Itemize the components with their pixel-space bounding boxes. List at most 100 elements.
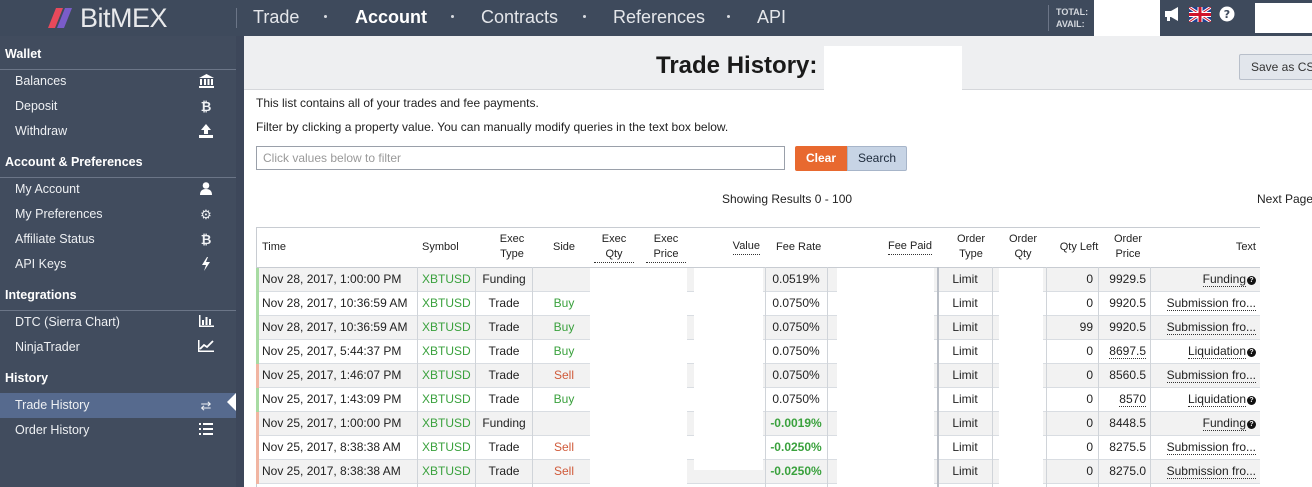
filter-input[interactable]: Click values below to filter [256, 146, 785, 170]
cell-qty-left[interactable]: 0 [1048, 436, 1093, 460]
cell-order-type[interactable]: Limit [940, 316, 990, 340]
cell-order-type[interactable]: Limit [940, 388, 990, 412]
help-icon[interactable]: ? [1247, 348, 1256, 357]
uk-flag-icon[interactable] [1189, 6, 1211, 22]
cell-order-price[interactable]: 9920.5 [1100, 316, 1146, 340]
cell-order-price[interactable]: 8275.5 [1100, 436, 1146, 460]
nav-trade[interactable]: Trade [253, 0, 299, 36]
cell-order-type[interactable]: Limit [940, 364, 990, 388]
cell-order-price[interactable]: 9920.5 [1100, 292, 1146, 316]
cell-time[interactable]: Nov 28, 2017, 10:36:59 AM [262, 292, 416, 316]
cell-symbol[interactable]: XBTUSD [422, 460, 472, 484]
help-icon[interactable]: ? [1247, 276, 1256, 285]
cell-time[interactable]: Nov 28, 2017, 1:00:00 PM [262, 268, 416, 292]
cell-text[interactable]: Submission fro... [1154, 436, 1256, 460]
cell-time[interactable]: Nov 25, 2017, 5:44:37 PM [262, 340, 416, 364]
save-csv-button[interactable]: Save as CSV [1239, 54, 1312, 80]
cell-side[interactable]: Buy [536, 292, 592, 316]
nav-account[interactable]: Account [355, 0, 427, 36]
cell-order-type[interactable]: Limit [940, 412, 990, 436]
cell-order-type[interactable]: Limit [940, 340, 990, 364]
cell-symbol[interactable]: XBTUSD [422, 412, 472, 436]
cell-exec-type[interactable]: Trade [478, 292, 530, 316]
header-exec-qty[interactable]: Exec Qty [594, 227, 634, 267]
sidebar-item-api-keys[interactable]: API Keys [0, 252, 236, 277]
sidebar-item-withdraw[interactable]: Withdraw [0, 119, 236, 144]
cell-exec-type[interactable]: Trade [478, 340, 530, 364]
cell-fee-rate[interactable]: -0.0019% [768, 412, 824, 436]
cell-side[interactable]: Sell [536, 460, 592, 484]
cell-exec-type[interactable]: Trade [478, 388, 530, 412]
header-time[interactable]: Time [262, 227, 412, 267]
cell-side[interactable]: Sell [536, 364, 592, 388]
cell-side[interactable]: Buy [536, 340, 592, 364]
header-order-price[interactable]: Order Price [1106, 227, 1150, 267]
wallet-totals[interactable]: TOTAL: AVAIL: [1056, 6, 1088, 30]
cell-time[interactable]: Nov 25, 2017, 8:38:38 AM [262, 436, 416, 460]
cell-order-price[interactable]: 9929.5 [1100, 268, 1146, 292]
cell-order-price[interactable]: 8697.5 [1100, 340, 1146, 364]
cell-symbol[interactable]: XBTUSD [422, 316, 472, 340]
cell-exec-type[interactable]: Trade [478, 460, 530, 484]
cell-side[interactable] [536, 268, 592, 292]
header-side[interactable]: Side [544, 227, 584, 267]
cell-exec-type[interactable]: Trade [478, 364, 530, 388]
nav-references[interactable]: References [613, 0, 705, 36]
cell-qty-left[interactable]: 0 [1048, 268, 1093, 292]
cell-symbol[interactable]: XBTUSD [422, 364, 472, 388]
header-order-type[interactable]: Order Type [946, 227, 996, 267]
cell-fee-rate[interactable]: 0.0750% [768, 292, 824, 316]
help-icon[interactable]: ? [1247, 396, 1256, 405]
cell-time[interactable]: Nov 25, 2017, 1:00:00 PM [262, 412, 416, 436]
cell-time[interactable]: Nov 28, 2017, 10:36:59 AM [262, 316, 416, 340]
cell-fee-rate[interactable]: 0.0750% [768, 364, 824, 388]
sidebar-item-my-account[interactable]: My Account [0, 177, 236, 202]
cell-symbol[interactable]: XBTUSD [422, 268, 472, 292]
sidebar-item-deposit[interactable]: Deposit ₿ [0, 94, 236, 119]
cell-fee-rate[interactable]: -0.0250% [768, 460, 824, 484]
sidebar-item-trade-history[interactable]: Trade History ⇄ [0, 393, 236, 418]
cell-order-price[interactable]: 8275.0 [1100, 460, 1146, 484]
sidebar-item-balances[interactable]: Balances [0, 69, 236, 94]
cell-qty-left[interactable]: 0 [1048, 292, 1093, 316]
megaphone-icon[interactable] [1163, 6, 1181, 22]
cell-side[interactable]: Buy [536, 316, 592, 340]
header-value[interactable]: Value [706, 227, 760, 267]
sidebar-item-ninjatrader[interactable]: NinjaTrader [0, 335, 236, 360]
cell-exec-type[interactable]: Trade [478, 316, 530, 340]
cell-exec-type[interactable]: Funding [478, 268, 530, 292]
header-exec-price[interactable]: Exec Price [646, 227, 686, 267]
cell-fee-rate[interactable]: 0.0519% [768, 268, 824, 292]
cell-qty-left[interactable]: 0 [1048, 460, 1093, 484]
cell-time[interactable]: Nov 25, 2017, 1:43:09 PM [262, 388, 416, 412]
header-fee-rate[interactable]: Fee Rate [776, 227, 836, 267]
cell-qty-left[interactable]: 0 [1048, 364, 1093, 388]
cell-fee-rate[interactable]: 0.0750% [768, 388, 824, 412]
cell-order-type[interactable]: Limit [940, 460, 990, 484]
nav-contracts[interactable]: Contracts [481, 0, 558, 36]
sidebar-item-my-preferences[interactable]: My Preferences ⚙ [0, 202, 236, 227]
cell-qty-left[interactable]: 0 [1048, 388, 1093, 412]
cell-fee-rate[interactable]: 0.0750% [768, 316, 824, 340]
cell-side[interactable] [536, 412, 592, 436]
cell-text[interactable]: Funding? [1154, 268, 1256, 292]
cell-text[interactable]: Submission fro... [1154, 292, 1256, 316]
header-fee-paid[interactable]: Fee Paid [866, 227, 932, 267]
header-qty-left[interactable]: Qty Left [1054, 227, 1104, 267]
cell-side[interactable]: Sell [536, 436, 592, 460]
cell-text[interactable]: Funding? [1154, 412, 1256, 436]
cell-symbol[interactable]: XBTUSD [422, 340, 472, 364]
header-order-qty[interactable]: Order Qty [1000, 227, 1046, 267]
cell-order-price[interactable]: 8560.5 [1100, 364, 1146, 388]
sidebar-item-dtc[interactable]: DTC (Sierra Chart) [0, 310, 236, 335]
cell-time[interactable]: Nov 25, 2017, 1:46:07 PM [262, 364, 416, 388]
header-exec-type[interactable]: Exec Type [492, 227, 532, 267]
cell-exec-type[interactable]: Funding [478, 412, 530, 436]
help-icon[interactable]: ? [1247, 420, 1256, 429]
help-icon[interactable]: ? [1219, 6, 1235, 22]
cell-symbol[interactable]: XBTUSD [422, 388, 472, 412]
sidebar-item-affiliate-status[interactable]: Affiliate Status ₿ [0, 227, 236, 252]
cell-qty-left[interactable]: 0 [1048, 340, 1093, 364]
cell-symbol[interactable]: XBTUSD [422, 436, 472, 460]
cell-qty-left[interactable]: 0 [1048, 412, 1093, 436]
